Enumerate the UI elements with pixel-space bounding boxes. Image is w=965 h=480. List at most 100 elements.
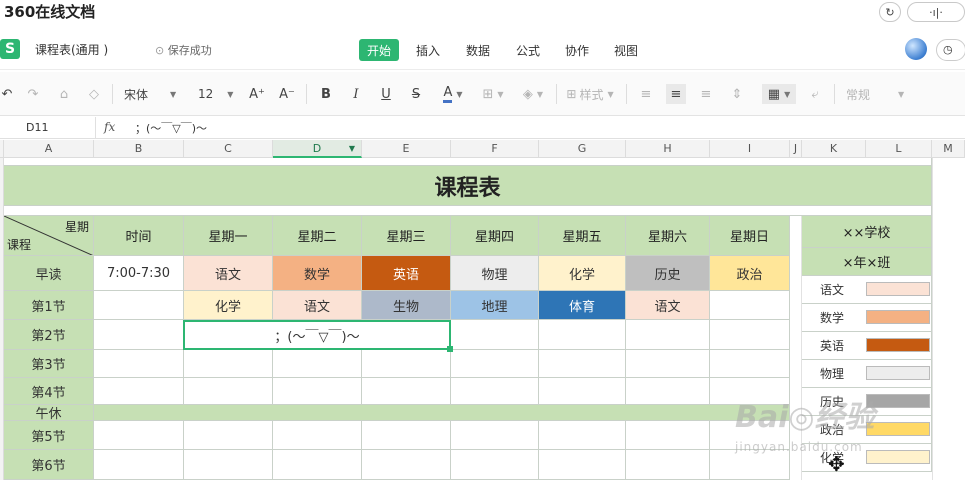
audio-control-button[interactable]: ·ı|· (907, 2, 965, 22)
schedule-cell[interactable] (539, 350, 626, 378)
time-header-cell[interactable]: 时间 (94, 216, 184, 256)
time-cell[interactable] (94, 291, 184, 320)
schedule-cell[interactable]: 语文 (273, 291, 362, 320)
menu-view[interactable]: 视图 (608, 39, 644, 61)
time-cell[interactable] (94, 378, 184, 405)
schedule-cell[interactable] (626, 421, 710, 450)
spacer-row[interactable] (4, 158, 932, 166)
schedule-cell[interactable] (710, 350, 790, 378)
schedule-cell[interactable]: 化学 (184, 291, 273, 320)
column-header-m[interactable]: M (932, 140, 965, 158)
column-header-e[interactable]: E (362, 140, 451, 158)
schedule-cell[interactable]: 物理 (451, 256, 539, 291)
user-avatar[interactable] (905, 38, 927, 60)
strikethrough-icon[interactable]: S (408, 84, 424, 104)
menu-data[interactable]: 数据 (460, 39, 496, 61)
row-label[interactable]: 第6节 (4, 450, 94, 480)
day-header-5[interactable]: 星期五 (539, 216, 626, 256)
spacer-row-2[interactable] (4, 206, 932, 216)
time-cell[interactable] (94, 320, 184, 350)
row-label[interactable]: 第3节 (4, 350, 94, 378)
schedule-cell[interactable]: 政治 (710, 256, 790, 291)
font-color-icon[interactable]: A ▼ (438, 84, 468, 104)
menu-collab[interactable]: 协作 (559, 39, 595, 61)
break-row[interactable] (94, 405, 790, 421)
schedule-cell[interactable] (451, 350, 539, 378)
schedule-cell[interactable] (362, 350, 451, 378)
schedule-cell[interactable]: 生物 (362, 291, 451, 320)
align-right-icon[interactable]: ≡ (698, 84, 714, 104)
schedule-cell[interactable] (626, 378, 710, 405)
schedule-cell[interactable] (710, 291, 790, 320)
border-icon[interactable]: ⊞ ▼ (478, 84, 508, 104)
schedule-cell[interactable] (273, 450, 362, 480)
schedule-cell[interactable] (362, 450, 451, 480)
schedule-cell[interactable] (539, 320, 626, 350)
schedule-cell[interactable] (184, 450, 273, 480)
column-header-g[interactable]: G (539, 140, 626, 158)
schedule-cell[interactable]: 化学 (539, 256, 626, 291)
column-header-b[interactable]: B (94, 140, 184, 158)
row-label[interactable]: 第2节 (4, 320, 94, 350)
history-clock-icon[interactable]: ◷ (936, 39, 965, 61)
bold-icon[interactable]: B (318, 84, 334, 104)
fill-color-icon[interactable]: ◈ ▼ (518, 84, 548, 104)
column-header-d[interactable]: D ▼ (273, 140, 362, 158)
schedule-cell[interactable] (273, 378, 362, 405)
menu-formula[interactable]: 公式 (510, 39, 546, 61)
decrease-font-icon[interactable]: A⁻ (278, 84, 296, 104)
clear-format-icon[interactable]: ◇ (86, 84, 102, 104)
column-header-c[interactable]: C (184, 140, 273, 158)
fill-handle[interactable] (447, 346, 453, 352)
schedule-cell[interactable] (451, 320, 539, 350)
legend-row[interactable]: 物理 (802, 360, 932, 388)
schedule-cell[interactable] (184, 378, 273, 405)
legend-row[interactable]: 数学 (802, 304, 932, 332)
day-header-3[interactable]: 星期三 (362, 216, 451, 256)
schedule-cell[interactable]: 语文 (184, 256, 273, 291)
redo-icon[interactable]: ↷ (26, 84, 40, 104)
schedule-cell[interactable]: 体育 (539, 291, 626, 320)
day-header-1[interactable]: 星期一 (184, 216, 273, 256)
schedule-cell[interactable] (273, 350, 362, 378)
chevron-down-icon[interactable]: ▼ (349, 140, 355, 158)
schedule-cell[interactable]: 语文 (626, 291, 710, 320)
column-header-i[interactable]: I (710, 140, 790, 158)
schedule-cell[interactable] (451, 421, 539, 450)
schedule-cell[interactable] (539, 421, 626, 450)
schedule-cell[interactable] (451, 450, 539, 480)
menu-start[interactable]: 开始 (359, 39, 399, 61)
refresh-icon[interactable]: ↻ (879, 2, 901, 22)
vertical-align-icon[interactable]: ⇕ (728, 84, 746, 104)
column-header-h[interactable]: H (626, 140, 710, 158)
time-cell[interactable]: 7:00-7:30 (94, 256, 184, 291)
cell-style-button[interactable]: ⊞ 样式 ▼ (562, 84, 618, 104)
column-header-k[interactable]: K (802, 140, 866, 158)
format-painter-icon[interactable]: ⌂ (56, 84, 72, 104)
schedule-cell[interactable]: 地理 (451, 291, 539, 320)
day-header-6[interactable]: 星期六 (626, 216, 710, 256)
underline-icon[interactable]: U (378, 84, 394, 104)
font-family-select[interactable]: 宋体 ▼ (124, 84, 184, 104)
day-header-7[interactable]: 星期日 (710, 216, 790, 256)
number-format-select[interactable]: 常规 ▼ (846, 84, 916, 104)
menu-insert[interactable]: 插入 (410, 39, 446, 61)
row-label[interactable]: 第5节 (4, 421, 94, 450)
cell-reference-box[interactable]: D11 (0, 117, 96, 139)
active-cell-d11[interactable]: ；(～￣▽￣)～ (183, 320, 451, 350)
column-header-f[interactable]: F (451, 140, 539, 158)
schedule-cell[interactable] (362, 378, 451, 405)
fx-icon[interactable]: fx (104, 120, 115, 134)
schedule-cell[interactable] (184, 421, 273, 450)
schedule-cell[interactable]: 历史 (626, 256, 710, 291)
undo-icon[interactable]: ↶ (0, 84, 14, 104)
wrap-text-icon[interactable]: ⤶ (806, 84, 824, 104)
time-cell[interactable] (94, 450, 184, 480)
sheet-title[interactable]: 课程表 (4, 166, 932, 206)
class-name[interactable]: ×年×班 (802, 248, 932, 276)
increase-font-icon[interactable]: A⁺ (248, 84, 266, 104)
row-label[interactable]: 第1节 (4, 291, 94, 320)
merge-cells-icon[interactable]: ▦ ▼ (762, 84, 796, 104)
column-header-l[interactable]: L (866, 140, 932, 158)
schedule-cell[interactable] (539, 450, 626, 480)
